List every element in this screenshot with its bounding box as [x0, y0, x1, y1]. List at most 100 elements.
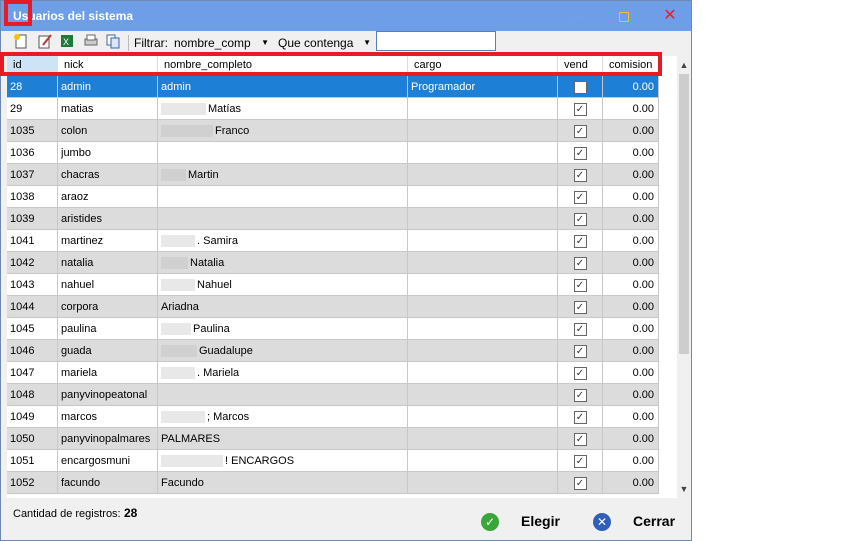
vend-checkbox[interactable]: ✓ — [573, 102, 587, 116]
minimize-icon — [573, 16, 583, 18]
cell-nombre-text: Natalia — [190, 257, 225, 269]
excel-icon[interactable]: X — [57, 33, 77, 53]
new-record-icon[interactable] — [11, 33, 31, 53]
cell-vend: ✓ — [558, 406, 603, 428]
cell-cargo — [408, 362, 558, 384]
cell-nombre: Natalia — [158, 252, 408, 274]
header-highlight — [0, 52, 662, 76]
minimize-button[interactable] — [555, 1, 601, 31]
vend-checkbox[interactable] — [573, 80, 587, 94]
cell-comision: 0.00 — [603, 450, 659, 472]
cell-comision: 0.00 — [603, 296, 659, 318]
users-grid[interactable]: id nick nombre_completo cargo vend comis… — [7, 56, 690, 498]
table-row[interactable]: 29 matias Matías ✓ 0.00 — [7, 98, 659, 120]
search-input[interactable] — [376, 31, 496, 51]
vend-checkbox[interactable]: ✓ — [573, 366, 587, 380]
cell-id: 29 — [7, 98, 58, 120]
table-row[interactable]: 1047 mariela . Mariela ✓ 0.00 — [7, 362, 659, 384]
vend-checkbox[interactable]: ✓ — [573, 454, 587, 468]
table-row[interactable]: 1048 panyvinopeatonal ✓ 0.00 — [7, 384, 659, 406]
table-row[interactable]: 1041 martinez . Samira ✓ 0.00 — [7, 230, 659, 252]
vend-checkbox[interactable]: ✓ — [573, 410, 587, 424]
cell-nick: paulina — [58, 318, 158, 340]
cell-nick: matias — [58, 98, 158, 120]
table-row[interactable]: 1039 aristides ✓ 0.00 — [7, 208, 659, 230]
table-row[interactable]: 1044 corpora Ariadna ✓ 0.00 — [7, 296, 659, 318]
cell-cargo — [408, 340, 558, 362]
cell-nombre-text: Martin — [188, 169, 219, 181]
cell-cargo — [408, 296, 558, 318]
cell-nombre: admin — [158, 76, 408, 98]
elegir-button[interactable]: ✓ Elegir — [481, 510, 560, 532]
vend-checkbox[interactable]: ✓ — [573, 256, 587, 270]
table-row[interactable]: 1038 araoz ✓ 0.00 — [7, 186, 659, 208]
vend-checkbox[interactable]: ✓ — [573, 388, 587, 402]
close-window-button[interactable]: ✕ — [647, 1, 693, 31]
table-row[interactable]: 1035 colon Franco ✓ 0.00 — [7, 120, 659, 142]
vend-checkbox[interactable]: ✓ — [573, 168, 587, 182]
cell-nombre: PALMARES — [158, 428, 408, 450]
cell-nombre: Franco — [158, 120, 408, 142]
table-row[interactable]: 1037 chacras Martin ✓ 0.00 — [7, 164, 659, 186]
table-row[interactable]: 1046 guada Guadalupe ✓ 0.00 — [7, 340, 659, 362]
table-row[interactable]: 1052 facundo Facundo ✓ 0.00 — [7, 472, 659, 494]
cell-nombre-text: PALMARES — [161, 433, 221, 445]
cell-nombre — [158, 208, 408, 230]
cell-nick: colon — [58, 120, 158, 142]
table-row[interactable]: 28 admin admin Programador 0.00 — [7, 76, 659, 98]
cell-vend: ✓ — [558, 450, 603, 472]
cell-id: 1052 — [7, 472, 58, 494]
cell-comision: 0.00 — [603, 340, 659, 362]
cell-nombre: Nahuel — [158, 274, 408, 296]
cell-nick: aristides — [58, 208, 158, 230]
users-window: Usuarios del sistema ✕ X Filtrar: nombre… — [0, 0, 692, 541]
cell-cargo — [408, 384, 558, 406]
table-row[interactable]: 1049 marcos ; Marcos ✓ 0.00 — [7, 406, 659, 428]
vend-checkbox[interactable]: ✓ — [573, 234, 587, 248]
redacted-text — [161, 323, 191, 336]
scroll-up-icon[interactable]: ▲ — [677, 58, 690, 72]
maximize-button[interactable] — [601, 1, 647, 31]
cell-comision: 0.00 — [603, 230, 659, 252]
cell-id: 1051 — [7, 450, 58, 472]
scroll-thumb[interactable] — [679, 74, 689, 354]
vend-checkbox[interactable]: ✓ — [573, 476, 587, 490]
filter-field-value: nombre_comp — [174, 36, 251, 50]
edit-icon[interactable] — [35, 33, 55, 53]
cell-vend: ✓ — [558, 274, 603, 296]
table-row[interactable]: 1050 panyvinopalmares PALMARES ✓ 0.00 — [7, 428, 659, 450]
vend-checkbox[interactable]: ✓ — [573, 344, 587, 358]
cell-nick: marcos — [58, 406, 158, 428]
title-bar[interactable]: Usuarios del sistema ✕ — [1, 1, 691, 31]
filter-field-combo[interactable]: nombre_comp ▼ — [171, 34, 271, 52]
vertical-scrollbar[interactable]: ▲ ▼ — [677, 56, 690, 498]
table-row[interactable]: 1045 paulina Paulina ✓ 0.00 — [7, 318, 659, 340]
vend-checkbox[interactable]: ✓ — [573, 212, 587, 226]
cerrar-button[interactable]: ✕ Cerrar — [593, 510, 675, 532]
table-row[interactable]: 1043 nahuel Nahuel ✓ 0.00 — [7, 274, 659, 296]
vend-checkbox[interactable]: ✓ — [573, 432, 587, 446]
vend-checkbox[interactable]: ✓ — [573, 146, 587, 160]
redacted-text — [161, 103, 206, 116]
cell-comision: 0.00 — [603, 252, 659, 274]
cell-nombre-text: Nahuel — [197, 279, 232, 291]
vend-checkbox[interactable]: ✓ — [573, 190, 587, 204]
vend-checkbox[interactable]: ✓ — [573, 278, 587, 292]
table-row[interactable]: 1036 jumbo ✓ 0.00 — [7, 142, 659, 164]
cell-cargo — [408, 164, 558, 186]
filter-condition-combo[interactable]: Que contenga ▼ — [275, 34, 373, 52]
copy-icon[interactable] — [103, 33, 123, 53]
cell-nombre: ; Marcos — [158, 406, 408, 428]
new-button-highlight — [4, 0, 32, 26]
vend-checkbox[interactable]: ✓ — [573, 124, 587, 138]
cell-nick: chacras — [58, 164, 158, 186]
print-icon[interactable] — [81, 33, 101, 53]
cell-nombre-text: . Mariela — [197, 367, 240, 379]
scroll-down-icon[interactable]: ▼ — [677, 482, 690, 496]
vend-checkbox[interactable]: ✓ — [573, 322, 587, 336]
table-row[interactable]: 1051 encargosmuni ! ENCARGOS ✓ 0.00 — [7, 450, 659, 472]
cell-id: 1035 — [7, 120, 58, 142]
table-row[interactable]: 1042 natalia Natalia ✓ 0.00 — [7, 252, 659, 274]
cell-id: 1045 — [7, 318, 58, 340]
vend-checkbox[interactable]: ✓ — [573, 300, 587, 314]
